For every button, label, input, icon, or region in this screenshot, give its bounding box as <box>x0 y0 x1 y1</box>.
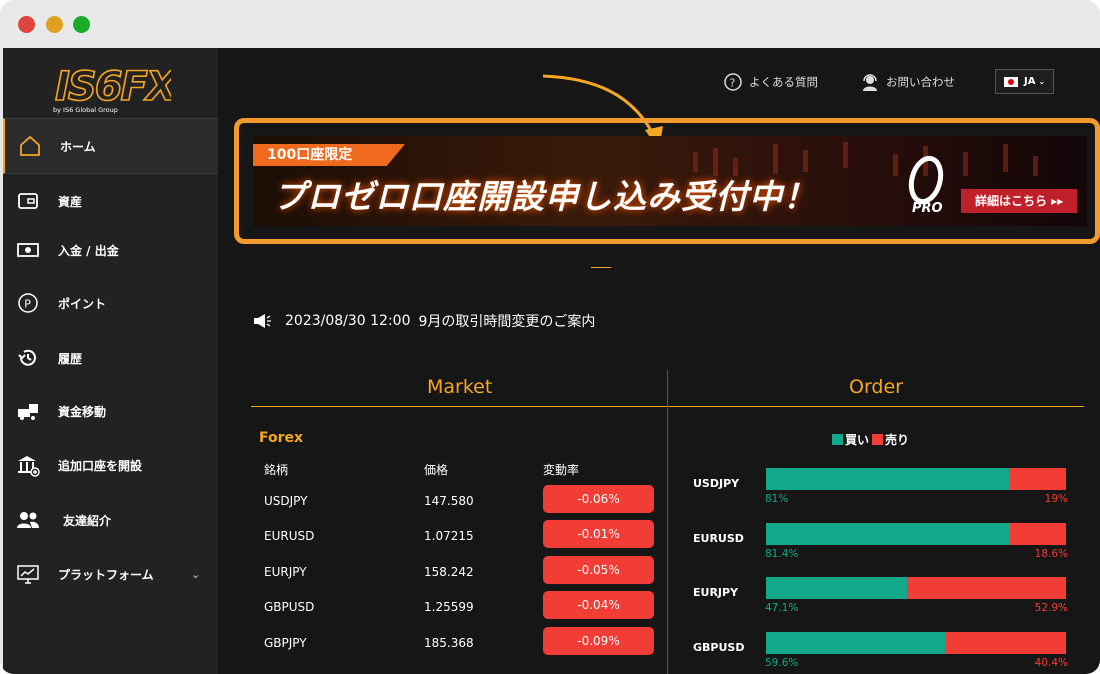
market-title: Market <box>427 376 493 398</box>
forex-section-title: Forex <box>259 430 304 446</box>
panel-separator <box>667 370 668 674</box>
order-ratio-bar <box>766 523 1066 545</box>
sell-percentage: 40.4% <box>1034 657 1068 669</box>
title-bar <box>0 0 1100 48</box>
sidebar-item-transfer[interactable]: 資金移動 <box>3 383 218 439</box>
buy-ratio-fill <box>766 523 1011 545</box>
sell-percentage: 19% <box>1044 493 1068 505</box>
news-item[interactable]: 2023/08/30 12:00 9月の取引時間変更のご案内 <box>253 311 595 331</box>
order-divider <box>668 406 1084 407</box>
banner-headline: プロゼロ口座開設申し込み受付中！ <box>273 177 817 216</box>
japan-flag-icon <box>1004 76 1018 87</box>
sidebar-item-label: 資金移動 <box>58 404 107 419</box>
order-row: EURUSD 81.4% 18.6% <box>3 523 1100 573</box>
faq-label: よくある質問 <box>749 75 818 89</box>
legend-sell-label: 売り <box>885 433 910 447</box>
home-icon <box>17 133 43 159</box>
history-icon <box>15 345 41 371</box>
transfer-icon <box>15 398 41 424</box>
order-row: EURJPY 47.1% 52.9% <box>3 577 1100 627</box>
chevron-down-icon: ⌄ <box>1038 77 1046 86</box>
banner-tag: 100口座限定 <box>253 144 405 166</box>
contact-label: お問い合わせ <box>886 75 955 89</box>
order-symbol: EURJPY <box>693 586 739 599</box>
banner-details-button[interactable]: 詳細はこちら ▸▸ <box>961 189 1077 213</box>
sidebar-item-deposit-withdraw[interactable]: 入金 / 出金 <box>3 222 218 278</box>
wallet-icon <box>15 188 41 214</box>
legend-buy-label: 買い <box>845 433 870 447</box>
order-row: USDJPY 81% 19% <box>3 468 1100 518</box>
promo-banner[interactable]: 100口座限定 プロゼロ口座開設申し込み受付中！ PRO 詳細はこちら ▸▸ <box>253 136 1087 226</box>
sidebar-item-label: 資産 <box>58 194 83 209</box>
buy-percentage: 47.1% <box>765 602 799 614</box>
buy-ratio-fill <box>766 468 1009 490</box>
language-code: JA <box>1024 76 1036 87</box>
zero-pro-logo-icon: PRO <box>908 155 944 216</box>
faq-link[interactable]: ? よくある質問 <box>723 72 818 92</box>
brand-logo[interactable]: IS6FX by IS6 Global Group <box>49 56 182 118</box>
order-ratio-bar <box>766 577 1066 599</box>
order-symbol: GBPUSD <box>693 641 745 654</box>
points-icon: P <box>15 290 41 316</box>
sidebar-item-label: ホーム <box>60 139 96 154</box>
svg-text:?: ? <box>730 77 736 90</box>
close-window-button[interactable] <box>18 16 35 33</box>
support-agent-icon <box>863 74 877 91</box>
question-icon: ? <box>724 73 742 91</box>
legend-sell-swatch <box>872 434 884 445</box>
cash-icon <box>15 237 41 263</box>
app: IS6FX by IS6 Global Group ホーム 資産 入金 / 出金… <box>3 48 1100 674</box>
order-ratio-bar <box>766 632 1066 654</box>
sidebar-item-home[interactable]: ホーム <box>3 118 218 174</box>
svg-text:P: P <box>24 298 31 311</box>
sidebar-item-assets[interactable]: 資産 <box>3 173 218 229</box>
sidebar-item-label: 入金 / 出金 <box>58 243 119 258</box>
megaphone-icon <box>254 314 271 328</box>
svg-text:IS6FX: IS6FX <box>55 64 171 110</box>
buy-percentage: 81% <box>765 493 789 505</box>
minimize-window-button[interactable] <box>46 16 63 33</box>
order-symbol: USDJPY <box>693 477 740 490</box>
banner-logo-text: PRO <box>912 201 943 216</box>
buy-ratio-fill <box>766 632 945 654</box>
language-selector[interactable]: JA ⌄ <box>995 69 1054 94</box>
contact-link[interactable]: お問い合わせ <box>860 72 955 92</box>
sell-percentage: 18.6% <box>1034 548 1068 560</box>
browser-window: IS6FX by IS6 Global Group ホーム 資産 入金 / 出金… <box>0 0 1100 674</box>
order-row: GBPUSD 59.6% 40.4% <box>3 632 1100 674</box>
sidebar-item-points[interactable]: P ポイント <box>3 275 218 331</box>
maximize-window-button[interactable] <box>73 16 90 33</box>
sidebar-item-label: 履歴 <box>58 351 83 366</box>
order-symbol: EURUSD <box>693 532 744 545</box>
sidebar-item-history[interactable]: 履歴 <box>3 330 218 386</box>
buy-percentage: 81.4% <box>765 548 799 560</box>
sell-percentage: 52.9% <box>1034 602 1068 614</box>
news-title: 9月の取引時間変更のご案内 <box>418 314 596 330</box>
divider <box>591 267 611 268</box>
legend-buy-swatch <box>832 434 843 445</box>
order-legend: 買い 売り <box>832 431 909 448</box>
svg-text:by IS6 Global Group: by IS6 Global Group <box>53 106 118 114</box>
buy-percentage: 59.6% <box>765 657 799 669</box>
order-title: Order <box>849 376 903 398</box>
sidebar-item-label: ポイント <box>58 296 107 311</box>
order-ratio-bar <box>766 468 1066 490</box>
market-divider <box>251 406 667 407</box>
news-date: 2023/08/30 12:00 <box>285 313 411 329</box>
buy-ratio-fill <box>766 577 908 599</box>
